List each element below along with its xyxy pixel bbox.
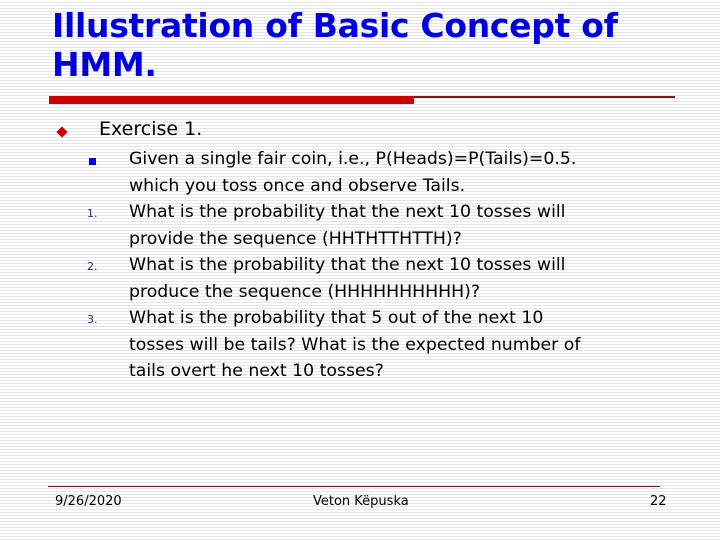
footer-rule (48, 486, 660, 487)
question-number: 3. (87, 313, 98, 326)
question-number: 2. (87, 260, 98, 273)
question-line: What is the probability that 5 out of th… (129, 308, 544, 328)
question-3: What is the probability that 5 out of th… (129, 305, 689, 385)
title-accent-bar (49, 96, 414, 104)
slide-title: Illustration of Basic Concept of HMM. (52, 6, 618, 84)
question-line: provide the sequence (HHTHTTHTTH)? (129, 228, 462, 249)
question-1: What is the probability that the next 10… (129, 199, 689, 252)
question-line: What is the probability that the next 10… (129, 255, 566, 275)
question-line: produce the sequence (HHHHHHHHHH)? (129, 281, 481, 302)
given-line: which you toss once and observe Tails. (129, 175, 466, 196)
question-2: What is the probability that the next 10… (129, 252, 689, 305)
square-bullet-icon (89, 158, 96, 165)
question-line: What is the probability that the next 10… (129, 202, 566, 222)
diamond-bullet-icon (56, 126, 68, 138)
footer-date: 9/26/2020 (55, 494, 122, 509)
footer-page-number: 22 (650, 494, 667, 509)
given-text: Given a single fair coin, i.e., P(Heads)… (129, 146, 689, 199)
title-rule-line (414, 96, 675, 98)
exercise-heading: Exercise 1. (99, 118, 203, 140)
question-number: 1. (87, 207, 98, 220)
given-line: Given a single fair coin, i.e., P(Heads)… (129, 149, 577, 169)
question-line: tosses will be tails? What is the expect… (129, 334, 581, 355)
footer-author: Veton Këpuska (313, 494, 409, 509)
question-line: tails overt he next 10 tosses? (129, 361, 384, 381)
